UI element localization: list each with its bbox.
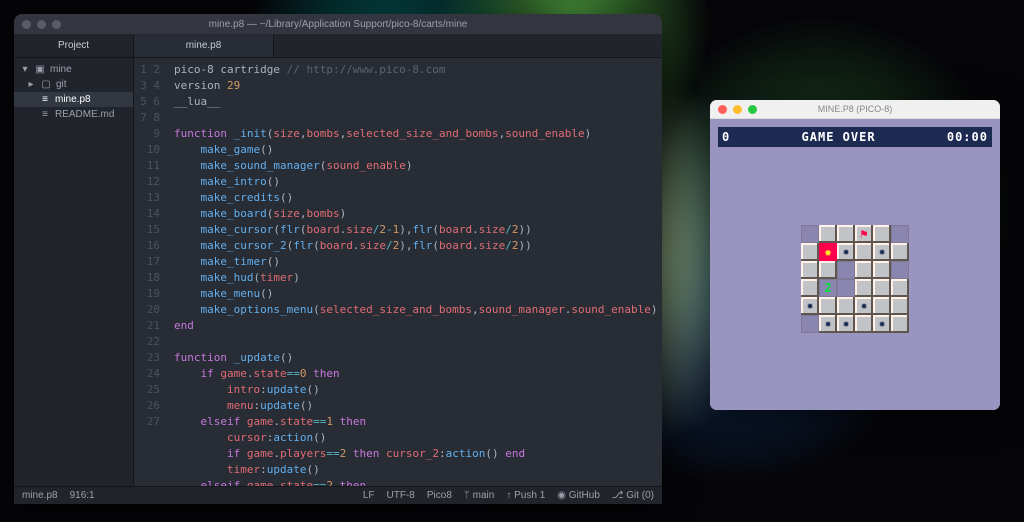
board-cell[interactable] [891, 225, 909, 243]
board-cell[interactable] [819, 297, 837, 315]
tree-git-label: git [56, 79, 67, 90]
board-cell[interactable] [873, 297, 891, 315]
status-encoding[interactable]: UTF-8 [387, 490, 415, 501]
git-icon: ⎇ [612, 490, 624, 501]
tree-file-readme[interactable]: ≡ README.md [14, 107, 133, 122]
board-cell[interactable] [837, 315, 855, 333]
github-icon: ◉ [557, 490, 566, 501]
status-bar: mine.p8 916:1 LF UTF-8 Pico8 ᛘ main ↑ Pu… [14, 486, 662, 504]
board-cell[interactable] [891, 297, 909, 315]
file-tab[interactable]: mine.p8 [134, 34, 274, 57]
tab-row: Project mine.p8 [14, 34, 662, 58]
board-cell[interactable]: 2 [819, 279, 837, 297]
mine-board[interactable]: 2 [801, 225, 909, 333]
board-cell[interactable] [837, 279, 855, 297]
status-git-label: Git (0) [626, 490, 654, 501]
tree-mine-label: mine.p8 [55, 94, 91, 105]
status-language[interactable]: Pico8 [427, 490, 452, 501]
board-cell[interactable] [855, 225, 873, 243]
board-cell[interactable] [801, 225, 819, 243]
tree-root-label: mine [50, 64, 72, 75]
board-cell[interactable] [801, 243, 819, 261]
hud-timer: 00:00 [947, 130, 988, 144]
board-cell[interactable] [855, 279, 873, 297]
editor-window: mine.p8 — ~/Library/Application Support/… [14, 14, 662, 504]
board-cell[interactable] [873, 315, 891, 333]
tree-root[interactable]: ▾ ▣ mine [14, 62, 133, 77]
board-cell[interactable] [855, 315, 873, 333]
status-branch-label: main [473, 490, 495, 501]
tree-git-folder[interactable]: ▸ ▢ git [14, 77, 133, 92]
board-cell[interactable] [873, 279, 891, 297]
game-stage: 2 [710, 147, 1000, 410]
status-branch[interactable]: ᛘ main [464, 490, 494, 501]
board-cell[interactable] [873, 243, 891, 261]
editor-titlebar[interactable]: mine.p8 — ~/Library/Application Support/… [14, 14, 662, 34]
board-cell[interactable] [855, 243, 873, 261]
status-line-ending[interactable]: LF [363, 490, 375, 501]
status-file[interactable]: mine.p8 [22, 490, 58, 501]
up-arrow-icon: ↑ [506, 490, 511, 501]
code-area[interactable]: pico-8 cartridge // http://www.pico-8.co… [168, 58, 662, 486]
status-cursor-pos[interactable]: 916:1 [70, 490, 95, 501]
folder-icon: ▢ [41, 79, 51, 90]
board-cell[interactable] [837, 243, 855, 261]
code-editor[interactable]: 1 2 3 4 5 6 7 8 9 10 11 12 13 14 15 16 1… [134, 58, 662, 486]
board-cell[interactable] [819, 261, 837, 279]
file-icon: ≡ [40, 109, 50, 120]
board-cell[interactable] [873, 225, 891, 243]
chevron-down-icon: ▾ [20, 64, 30, 75]
tree-file-mine[interactable]: ≡ mine.p8 [14, 92, 133, 107]
file-icon: ≡ [40, 94, 50, 105]
window-title: mine.p8 — ~/Library/Application Support/… [14, 19, 662, 30]
status-push[interactable]: ↑ Push 1 [506, 490, 545, 501]
file-tab-label: mine.p8 [186, 40, 222, 51]
board-cell[interactable] [855, 297, 873, 315]
status-github[interactable]: ◉ GitHub [557, 490, 600, 501]
board-cell[interactable] [837, 297, 855, 315]
game-window-title: MINE.P8 (PICO-8) [710, 104, 1000, 114]
board-cell[interactable] [891, 279, 909, 297]
board-cell[interactable] [837, 225, 855, 243]
board-cell[interactable] [801, 297, 819, 315]
project-tab[interactable]: Project [14, 34, 134, 57]
line-gutter: 1 2 3 4 5 6 7 8 9 10 11 12 13 14 15 16 1… [134, 58, 168, 486]
status-git[interactable]: ⎇ Git (0) [612, 490, 654, 501]
project-tab-label: Project [58, 40, 89, 51]
board-cell[interactable] [819, 225, 837, 243]
pico8-canvas: 0 GAME OVER 00:00 2 [710, 119, 1000, 410]
board-cell[interactable] [891, 315, 909, 333]
chevron-right-icon: ▸ [26, 79, 36, 90]
board-cell[interactable] [891, 261, 909, 279]
game-window: MINE.P8 (PICO-8) 0 GAME OVER 00:00 2 [710, 100, 1000, 410]
project-sidebar: ▾ ▣ mine ▸ ▢ git ≡ mine.p8 ≡ README.md [14, 58, 134, 486]
board-cell[interactable] [801, 279, 819, 297]
hud-status-text: GAME OVER [802, 130, 876, 144]
board-cell[interactable] [855, 261, 873, 279]
board-cell[interactable] [873, 261, 891, 279]
tree-readme-label: README.md [55, 109, 114, 120]
board-cell[interactable] [819, 243, 837, 261]
hud-mine-count: 0 [722, 130, 730, 144]
folder-icon: ▣ [35, 64, 45, 75]
board-cell[interactable] [801, 315, 819, 333]
status-github-label: GitHub [569, 490, 600, 501]
game-hud: 0 GAME OVER 00:00 [718, 127, 992, 147]
branch-icon: ᛘ [464, 490, 470, 501]
board-cell[interactable] [801, 261, 819, 279]
status-push-label: Push 1 [514, 490, 545, 501]
board-cell[interactable] [837, 261, 855, 279]
board-cell[interactable] [891, 243, 909, 261]
board-cell[interactable] [819, 315, 837, 333]
game-titlebar[interactable]: MINE.P8 (PICO-8) [710, 100, 1000, 119]
